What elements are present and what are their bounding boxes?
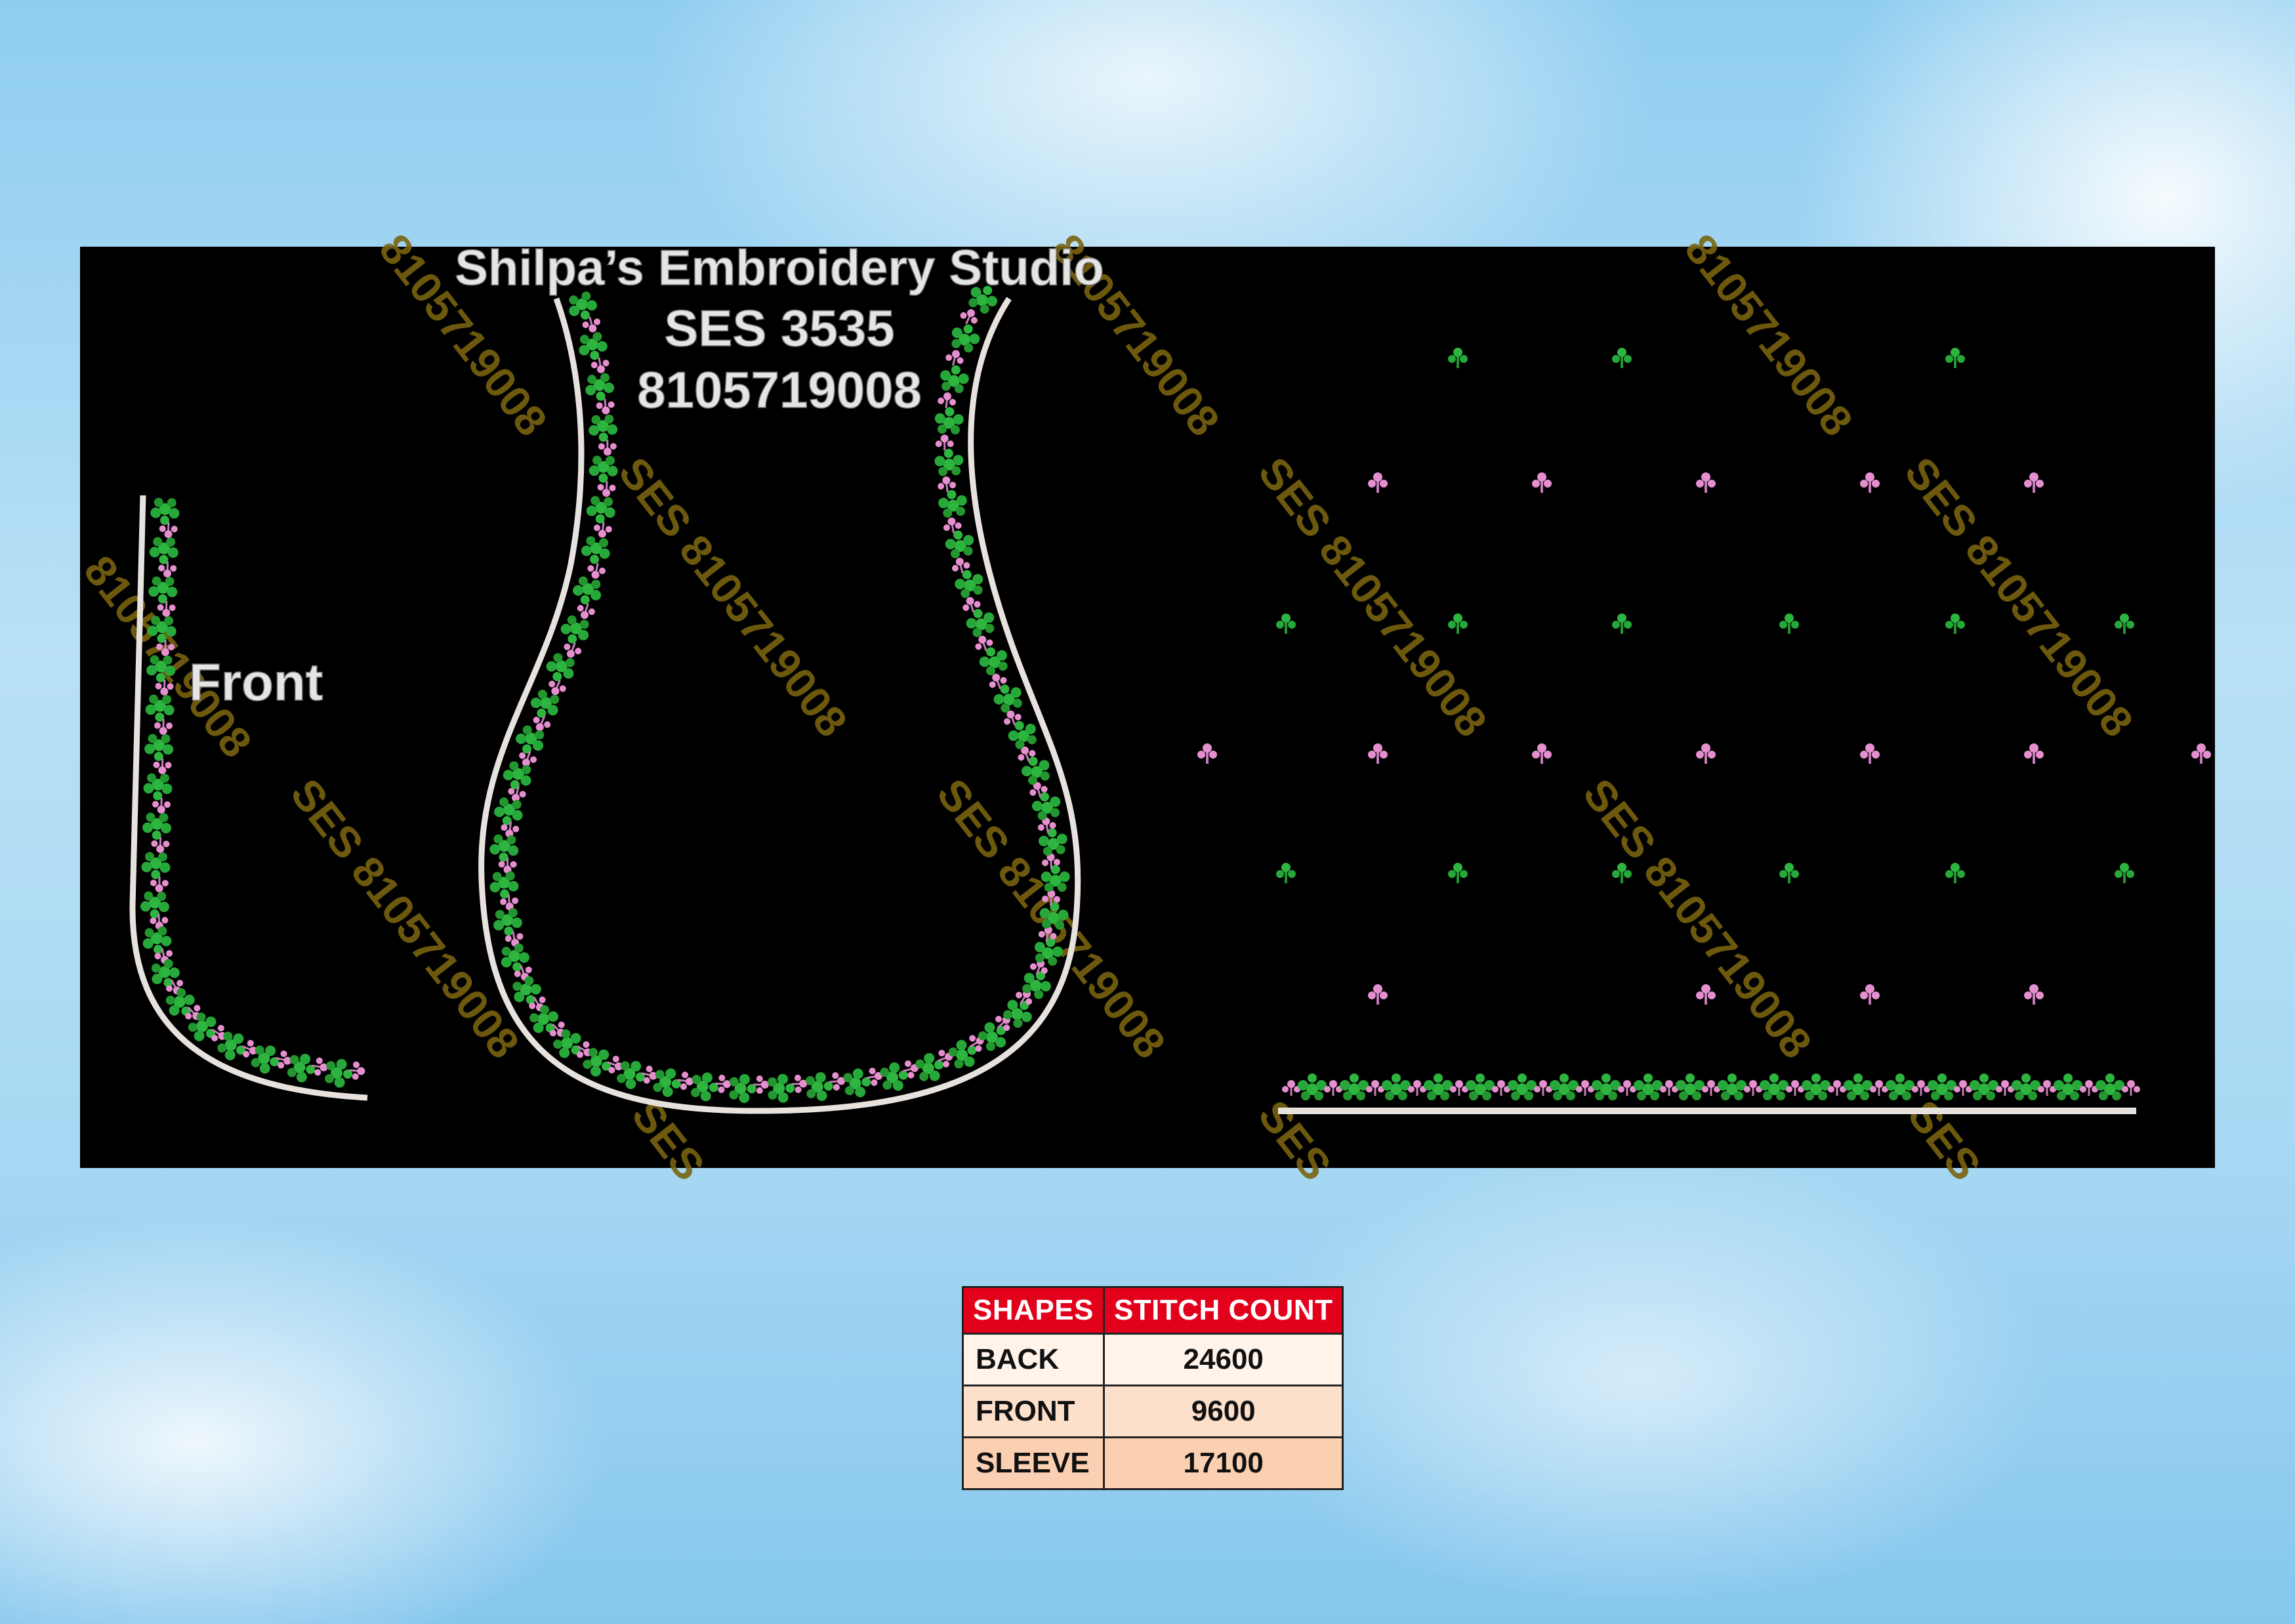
sleeve-border-line <box>1278 1108 2136 1114</box>
table-header-row: SHAPES STITCH COUNT <box>962 1286 1344 1335</box>
shape-cell: SLEEVE <box>962 1436 1105 1490</box>
phone-number: 8105719008 <box>637 361 922 419</box>
table-row: SLEEVE 17100 <box>962 1436 1344 1490</box>
shapes-header: SHAPES <box>962 1286 1105 1335</box>
design-code: SES 3535 <box>664 299 894 357</box>
stitch-count-table: SHAPES STITCH COUNT BACK 24600 FRONT 960… <box>962 1286 1344 1490</box>
studio-name: Shilpa’s Embroidery Studio <box>455 240 1104 296</box>
shape-cell: BACK <box>962 1333 1105 1386</box>
stitch-count-header: STITCH COUNT <box>1102 1286 1344 1335</box>
count-cell: 9600 <box>1102 1385 1344 1438</box>
front-label: Front <box>189 653 323 711</box>
design-panel-right <box>1167 247 2215 1168</box>
count-cell: 17100 <box>1102 1436 1344 1490</box>
table-row: BACK 24600 <box>962 1333 1344 1386</box>
count-cell: 24600 <box>1102 1333 1344 1386</box>
shape-cell: FRONT <box>962 1385 1105 1438</box>
table-row: FRONT 9600 <box>962 1385 1344 1438</box>
